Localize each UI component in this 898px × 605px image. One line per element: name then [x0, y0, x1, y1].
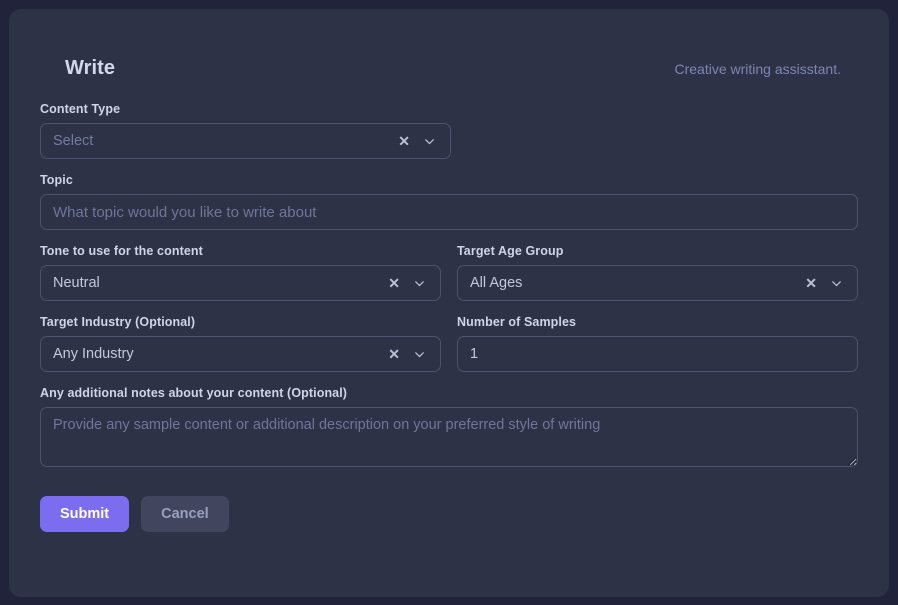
topic-input[interactable]: [40, 194, 858, 230]
target-industry-icons: ✕: [388, 347, 430, 361]
tone-select[interactable]: Neutral ✕: [40, 265, 441, 301]
label-topic: Topic: [40, 173, 858, 187]
label-target-industry: Target Industry (Optional): [40, 315, 441, 329]
content-type-icons: ✕: [398, 134, 440, 148]
field-additional-notes: Any additional notes about your content …: [40, 386, 858, 467]
label-content-type: Content Type: [40, 102, 858, 116]
chevron-down-icon[interactable]: [413, 348, 426, 361]
close-icon[interactable]: ✕: [805, 276, 817, 290]
cancel-button[interactable]: Cancel: [141, 496, 229, 532]
row-industry-samples: Target Industry (Optional) Any Industry …: [40, 315, 858, 372]
chevron-down-icon[interactable]: [413, 277, 426, 290]
card-header: Write Creative writing assisstant.: [40, 9, 858, 102]
number-of-samples-input[interactable]: [457, 336, 858, 372]
write-form-card: Write Creative writing assisstant. Conte…: [9, 9, 889, 597]
row-tone-age: Tone to use for the content Neutral ✕: [40, 244, 858, 301]
tone-icons: ✕: [388, 276, 430, 290]
target-age-group-select[interactable]: All Ages ✕: [457, 265, 858, 301]
target-age-group-value: All Ages: [470, 275, 805, 291]
field-content-type: Content Type Select ✕: [40, 102, 858, 159]
chevron-down-icon[interactable]: [423, 135, 436, 148]
field-tone: Tone to use for the content Neutral ✕: [40, 244, 441, 301]
close-icon[interactable]: ✕: [388, 347, 400, 361]
content-type-select[interactable]: Select ✕: [40, 123, 451, 159]
field-topic: Topic: [40, 173, 858, 230]
target-industry-value: Any Industry: [53, 346, 388, 362]
additional-notes-textarea[interactable]: [40, 407, 858, 467]
target-industry-select[interactable]: Any Industry ✕: [40, 336, 441, 372]
app-background: Write Creative writing assisstant. Conte…: [0, 0, 898, 605]
close-icon[interactable]: ✕: [388, 276, 400, 290]
label-target-age-group: Target Age Group: [457, 244, 858, 258]
label-tone: Tone to use for the content: [40, 244, 441, 258]
field-number-of-samples: Number of Samples: [457, 315, 858, 372]
content-type-value: Select: [53, 133, 398, 149]
chevron-down-icon[interactable]: [830, 277, 843, 290]
page-subtitle: Creative writing assisstant.: [674, 61, 841, 77]
label-additional-notes: Any additional notes about your content …: [40, 386, 858, 400]
field-target-industry: Target Industry (Optional) Any Industry …: [40, 315, 441, 372]
form-actions: Submit Cancel: [40, 496, 858, 532]
label-number-of-samples: Number of Samples: [457, 315, 858, 329]
page-title: Write: [65, 57, 115, 80]
submit-button[interactable]: Submit: [40, 496, 129, 532]
tone-value: Neutral: [53, 275, 388, 291]
field-target-age-group: Target Age Group All Ages ✕: [457, 244, 858, 301]
target-age-group-icons: ✕: [805, 276, 847, 290]
close-icon[interactable]: ✕: [398, 134, 410, 148]
